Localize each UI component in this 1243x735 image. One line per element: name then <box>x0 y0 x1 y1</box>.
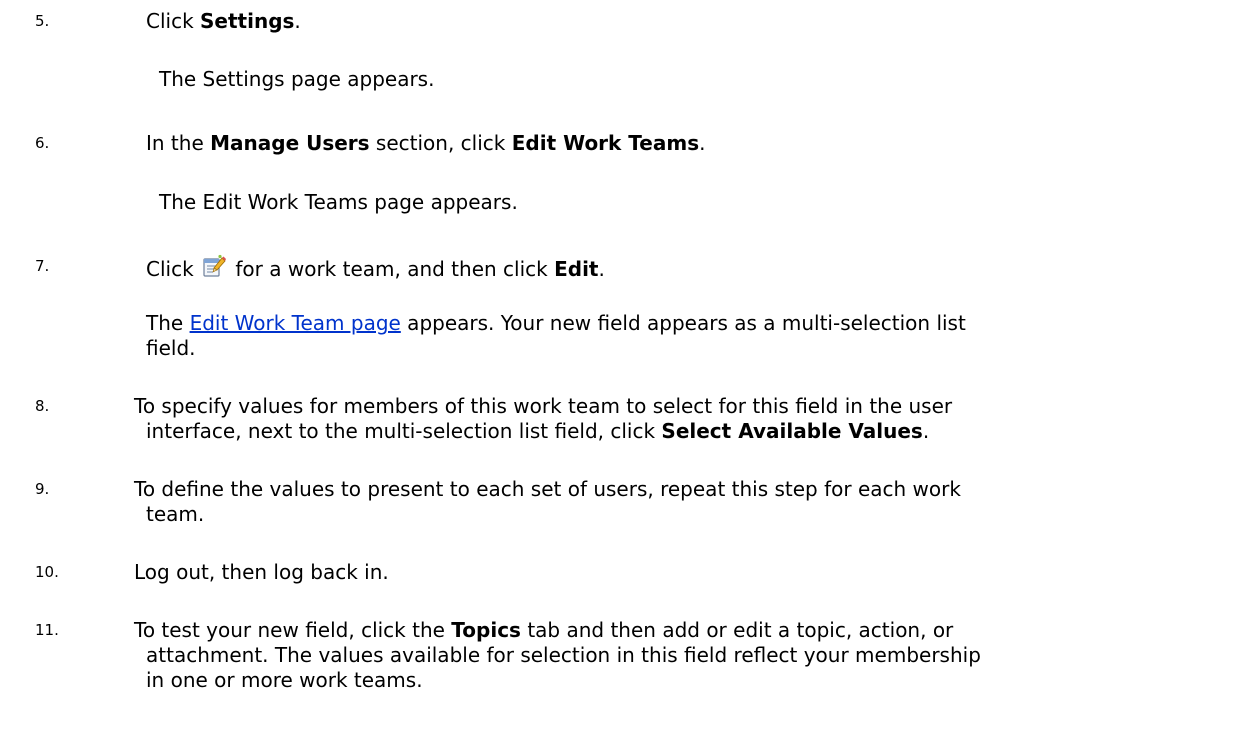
ui-term-edit: Edit <box>554 257 599 281</box>
step-number: 11. <box>35 621 59 639</box>
ui-term-settings: Settings <box>200 9 295 33</box>
ui-term-manage-users: Manage Users <box>210 131 370 155</box>
step-7-result: The Edit Work Team page appears. Your ne… <box>146 311 966 360</box>
edit-properties-icon <box>202 254 227 278</box>
step-instruction: Click for a work team, and then click Ed… <box>146 254 605 282</box>
step-instruction: In the Manage Users section, click Edit … <box>146 131 706 155</box>
step-instruction: To specify values for members of this wo… <box>134 394 953 443</box>
step-number: 9. <box>35 480 50 498</box>
step-number: 6. <box>35 134 50 152</box>
step-instruction: To test your new field, click the Topics… <box>134 618 981 692</box>
step-number: 7. <box>35 257 50 275</box>
step-instruction: Click Settings. <box>146 9 301 33</box>
step-number: 5. <box>35 12 50 30</box>
step-5-result: The Settings page appears. <box>159 67 435 91</box>
ui-term-edit-work-teams: Edit Work Teams <box>511 131 700 155</box>
step-6-result: The Edit Work Teams page appears. <box>159 190 518 214</box>
step-number: 8. <box>35 397 50 415</box>
step-instruction: Log out, then log back in. <box>134 560 389 584</box>
step-number: 10. <box>35 563 59 581</box>
edit-work-team-page-link[interactable]: Edit Work Team page <box>190 311 401 335</box>
ui-term-topics: Topics <box>451 618 521 642</box>
ui-term-select-available-values: Select Available Values <box>661 419 923 443</box>
step-instruction: To define the values to present to each … <box>134 477 961 526</box>
